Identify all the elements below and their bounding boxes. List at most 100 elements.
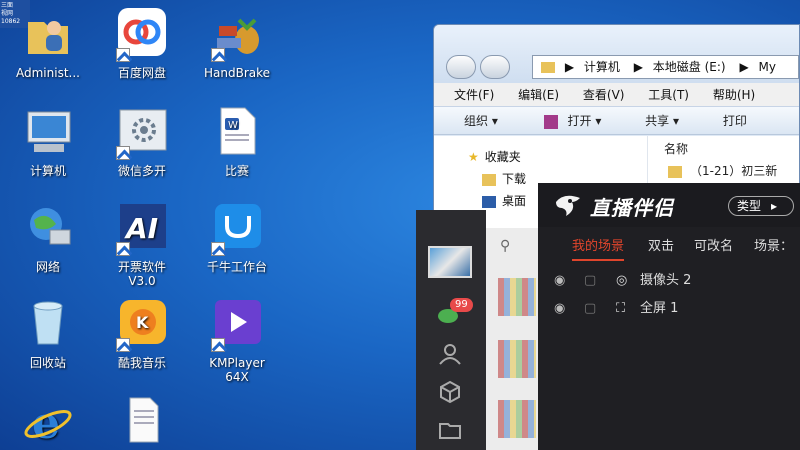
app-sidebar: 99 [416,210,486,450]
qianniu-icon [209,200,265,256]
invoice-software-icon: AI [114,200,170,256]
svg-text:AI: AI [124,212,158,245]
network-icon [20,200,76,256]
file-name: （1-21）初三新 [690,164,778,178]
back-button[interactable] [446,55,476,79]
nav-label: 下载 [502,172,527,186]
desktop-icon-text-document[interactable] [97,394,187,450]
file-row[interactable]: （1-21）初三新 [648,162,799,179]
icon-label: 回收站 [29,356,66,370]
recycle-bin-icon [20,296,76,352]
chevron-right-icon: ▶ [564,60,575,74]
unread-badge: 99 [450,298,473,312]
desktop-icon-kmplayer[interactable]: KMPlayer 64X [192,296,282,384]
nav-favorites[interactable]: ★ 收藏夹 [434,146,644,168]
chevron-right-icon: ▶ [739,60,749,74]
desktop-icon-invoice-software[interactable]: AI 开票软件 V3.0 [97,200,187,288]
nav-label: 收藏夹 [484,150,521,164]
computer-icon [20,104,76,160]
live-header: 直播伴侣 类型 ▸ [538,183,800,227]
thumbnail-item[interactable] [498,400,536,438]
menu-view[interactable]: 查看(V) [583,83,625,107]
breadcrumb-folder[interactable]: My [759,60,776,74]
desktop-icon-qianniu[interactable]: 千牛工作台 [192,200,282,274]
desktop-icon-handbrake[interactable]: HandBrake [192,6,282,80]
tab-double-click[interactable]: 双击 [648,227,674,267]
lock-icon[interactable]: ▢ [584,267,596,295]
fullscreen-icon: ⛶ [616,301,626,316]
icon-label: 网络 [35,260,60,274]
menu-help[interactable]: 帮助(H) [713,83,755,107]
icon-label: 酷我音乐 [117,356,166,370]
print-button[interactable]: 打印 [723,107,747,135]
message-icon[interactable]: 99 [436,298,473,328]
svg-text:K: K [136,313,149,332]
scene-tabs: 我的场景 双击 可改名 场景： [538,227,800,267]
desktop-icon-word-doc[interactable]: W 比赛 [192,104,282,178]
internet-explorer-icon: e [20,394,76,450]
desktop-icon-network[interactable]: 网络 [3,200,93,274]
command-bar: 组织 ▾ 打开 ▾ 共享 ▾ 打印 [434,107,799,135]
address-bar[interactable]: ▶ 计算机 ▶ 本地磁盘 (E:) ▶ My [532,55,799,79]
breadcrumb-drive-e[interactable]: 本地磁盘 (E:) [653,60,726,74]
open-app-icon [543,114,558,129]
lock-icon[interactable]: ▢ [584,295,596,323]
open-button[interactable]: 打开 ▾ [568,107,602,135]
word-document-icon: W [209,104,265,160]
desktop-icon-kuwo-music[interactable]: K 酷我音乐 [97,296,187,370]
folder-icon [668,165,682,178]
icon-label: 微信多开 [117,164,166,178]
menu-edit[interactable]: 编辑(E) [518,83,559,107]
scene-item-camera[interactable]: ◉ ▢ ◎ 摄像头 2 [538,267,800,295]
explorer-titlebar: ▶ 计算机 ▶ 本地磁盘 (E:) ▶ My [434,25,799,83]
icon-label: KMPlayer 64X [209,356,265,384]
kuwo-music-icon: K [114,296,170,352]
eye-icon[interactable]: ◉ [554,295,565,323]
desktop-icon-administrator[interactable]: Administ... [3,6,93,80]
desktop-icon-computer[interactable]: 计算机 [3,104,93,178]
desktop-icon-wechat-multi[interactable]: 微信多开 [97,104,187,178]
tab-renamable[interactable]: 可改名 [694,227,733,267]
user-folder-icon [20,6,76,62]
desktop-icon-recycle-bin[interactable]: 回收站 [3,296,93,370]
thumbnail-item[interactable] [498,340,536,378]
icon-label: 百度网盘 [117,66,166,80]
organize-button[interactable]: 组织 ▾ [464,107,498,135]
svg-text:W: W [228,120,238,131]
icon-label: 千牛工作台 [206,260,267,274]
forward-button[interactable] [480,55,510,79]
desktop-folder-icon [482,195,496,208]
box-icon[interactable] [436,378,464,406]
menu-tools[interactable]: 工具(T) [648,83,689,107]
avatar[interactable] [428,246,472,278]
column-header-name[interactable]: 名称 [648,136,799,162]
desktop-icon-baidu-netdisk[interactable]: 百度网盘 [97,6,187,80]
breadcrumb-computer[interactable]: 计算机 [584,60,620,74]
eye-icon[interactable]: ◉ [554,267,565,295]
folder-icon[interactable] [436,416,464,444]
share-button[interactable]: 共享 ▾ [645,107,679,135]
chevron-right-icon: ▶ [633,60,643,74]
icon-label: HandBrake [203,66,271,80]
icon-label: 计算机 [29,164,66,178]
tab-scene[interactable]: 场景： [754,227,793,267]
handbrake-icon [209,6,265,62]
icon-label: 比赛 [224,164,249,178]
thumbnail-item[interactable] [498,278,536,316]
search-icon[interactable]: ⚲ [500,238,510,254]
app-title: 直播伴侣 [590,196,674,220]
user-icon[interactable] [436,340,464,368]
live-companion-panel: 直播伴侣 类型 ▸ 我的场景 双击 可改名 场景： ◉ ▢ ◎ 摄像头 2 ◉ ▢… [538,183,800,450]
scene-label: 全屏 1 [640,301,679,316]
menu-bar: 文件(F) 编辑(E) 查看(V) 工具(T) 帮助(H) [434,83,799,107]
type-button[interactable]: 类型 ▸ [728,196,794,216]
desktop-icon-internet-explorer[interactable]: e [3,394,93,450]
icon-label: Administ... [16,66,80,80]
scene-item-fullscreen[interactable]: ◉ ▢ ⛶ 全屏 1 [538,295,800,323]
thumbnail-list: ⚲ [486,228,538,450]
menu-file[interactable]: 文件(F) [454,83,494,107]
folder-icon [541,62,555,73]
tab-my-scenes[interactable]: 我的场景 [572,227,625,267]
download-folder-icon [482,173,496,186]
icon-label: 开票软件 V3.0 [117,260,166,288]
